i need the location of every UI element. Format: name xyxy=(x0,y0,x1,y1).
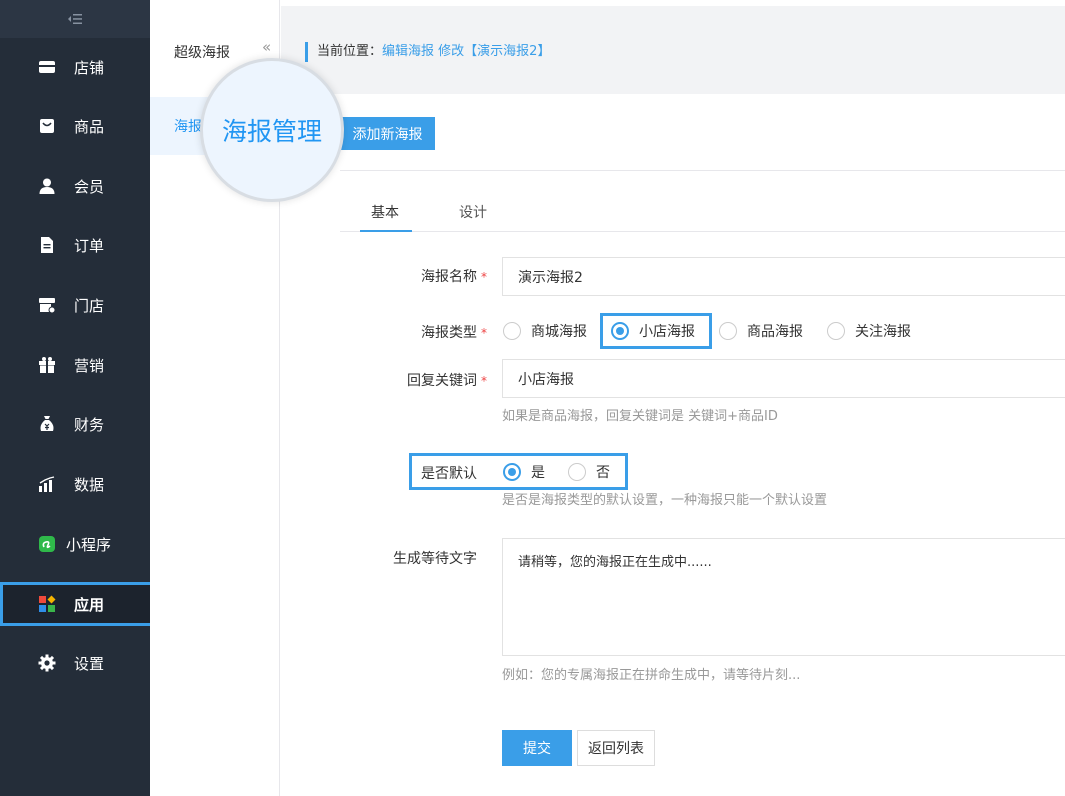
sidebar-item-data[interactable]: 数据 xyxy=(0,462,150,506)
back-to-list-button[interactable]: 返回列表 xyxy=(577,730,655,766)
breadcrumb: 当前位置：编辑海报 修改【演示海报2】 xyxy=(305,42,550,62)
subnav-collapse-icon[interactable]: « xyxy=(262,38,271,56)
sidebar-item-orders[interactable]: 订单 xyxy=(0,223,150,267)
poster-name-input[interactable]: 演示海报2 xyxy=(502,257,1065,296)
is-default-help: 是否是海报类型的默认设置，一种海报只能一个默认设置 xyxy=(502,493,828,508)
poster-type-radio-follow[interactable]: 关注海报 xyxy=(827,321,911,341)
sidebar-item-settings[interactable]: 设置 xyxy=(0,641,150,685)
money-bag-icon xyxy=(38,415,56,433)
default-radio-no[interactable]: 否 xyxy=(568,462,610,482)
sidebar-item-label: 应用 xyxy=(74,595,105,614)
sidebar-item-label: 财务 xyxy=(74,415,105,434)
active-tab-indicator xyxy=(360,230,412,232)
sidebar-item-label: 门店 xyxy=(74,296,105,315)
bar-chart-icon xyxy=(38,475,56,493)
wait-text-textarea[interactable]: 请稍等，您的海报正在生成中...... xyxy=(502,538,1065,656)
sidebar-item-marketing[interactable]: 营销 xyxy=(0,343,150,387)
sidebar-item-shop[interactable]: 店铺 xyxy=(0,45,150,89)
tab-design[interactable]: 设计 xyxy=(459,202,487,222)
main-sidebar: 店铺 商品 会员 订单 门店 营销 财务 数据 小程序 应用 设置 xyxy=(0,0,155,796)
breadcrumb-bar: 当前位置：编辑海报 修改【演示海报2】 xyxy=(281,0,1065,94)
poster-type-radio-goods[interactable]: 商品海报 xyxy=(719,321,803,341)
breadcrumb-label: 当前位置： xyxy=(317,44,383,59)
tab-basic[interactable]: 基本 xyxy=(371,202,399,222)
reply-keyword-input[interactable]: 小店海报 xyxy=(502,359,1065,398)
sidebar-item-mini-program[interactable]: 小程序 xyxy=(0,522,150,566)
poster-type-radio-mall[interactable]: 商城海报 xyxy=(503,321,587,341)
apps-grid-icon xyxy=(38,595,56,613)
breadcrumb-link-current[interactable]: 修改【演示海报2】 xyxy=(438,44,550,59)
tab-bar: 基本 设计 xyxy=(340,196,1065,232)
sidebar-item-stores[interactable]: 门店 xyxy=(0,283,150,327)
submit-button[interactable]: 提交 xyxy=(502,730,572,766)
sidebar-item-goods[interactable]: 商品 xyxy=(0,104,150,148)
breadcrumb-link-edit[interactable]: 编辑海报 xyxy=(382,44,434,59)
default-radio-yes[interactable]: 是 xyxy=(503,462,545,482)
sidebar-item-members[interactable]: 会员 xyxy=(0,164,150,208)
sidebar-item-label: 商品 xyxy=(74,117,105,136)
store-icon xyxy=(38,296,56,314)
wait-text-help: 例如：您的专属海报正在拼命生成中，请等待片刻... xyxy=(502,668,801,683)
subnav-title: 超级海报 xyxy=(174,45,230,61)
sidebar-item-label: 店铺 xyxy=(74,58,105,77)
poster-name-label: 海报名称 * xyxy=(421,269,487,285)
sidebar-item-label: 小程序 xyxy=(66,535,112,554)
poster-type-label: 海报类型 * xyxy=(421,325,487,341)
bag-icon xyxy=(38,117,56,135)
gift-icon xyxy=(38,356,56,374)
magnifier-callout: 海报管理 xyxy=(200,58,344,202)
sidebar-item-label: 订单 xyxy=(74,236,105,255)
divider xyxy=(340,170,1065,171)
gear-icon xyxy=(38,654,56,672)
sidebar-item-label: 会员 xyxy=(74,177,105,196)
shop-icon xyxy=(38,58,56,76)
is-default-label: 是否默认 xyxy=(421,466,477,482)
add-poster-button[interactable]: 添加新海报 xyxy=(340,117,435,150)
sidebar-item-finance[interactable]: 财务 xyxy=(0,402,150,446)
user-icon xyxy=(38,177,56,195)
sidebar-item-label: 设置 xyxy=(74,654,105,673)
wait-text-label: 生成等待文字 xyxy=(393,551,477,567)
reply-keyword-help: 如果是商品海报，回复关键词是 关键词+商品ID xyxy=(502,409,778,424)
collapse-left-icon xyxy=(68,14,82,24)
document-icon xyxy=(38,236,56,254)
sidebar-collapse-toggle[interactable] xyxy=(0,0,150,38)
sidebar-item-label: 数据 xyxy=(74,475,105,494)
sidebar-item-apps[interactable]: 应用 xyxy=(0,582,155,626)
reply-keyword-label: 回复关键词 * xyxy=(407,373,487,389)
mini-program-icon xyxy=(38,535,56,553)
sidebar-item-label: 营销 xyxy=(74,356,105,375)
poster-type-radio-shop[interactable]: 小店海报 xyxy=(611,321,695,341)
